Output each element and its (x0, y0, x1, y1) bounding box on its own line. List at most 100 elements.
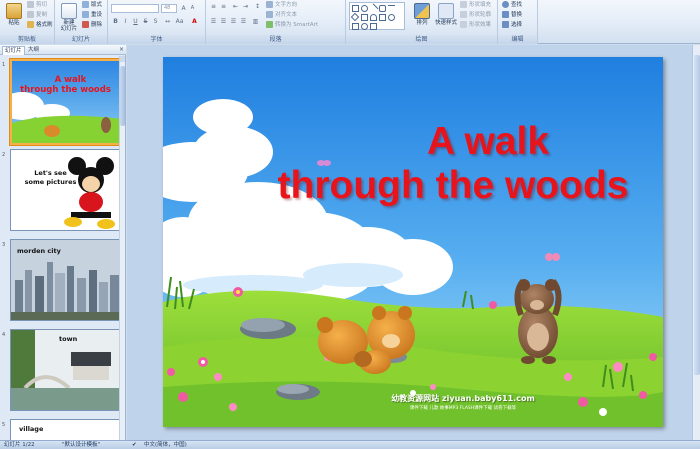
close-pane-icon[interactable]: × (119, 46, 124, 54)
shape-fill-button[interactable]: 形状填充 (460, 1, 491, 10)
shape-outline-button[interactable]: 形状轮廓 (460, 11, 491, 20)
paste-button[interactable]: 粘贴 (2, 2, 26, 34)
text-direction-icon (266, 1, 273, 8)
new-slide-button[interactable]: 新建 幻灯片 (57, 2, 81, 34)
font-name-combo[interactable] (111, 4, 159, 13)
slide-number: 4 (2, 332, 6, 338)
callout-shape-icon[interactable] (379, 14, 386, 21)
rounded-rect-shape-icon[interactable] (379, 5, 386, 12)
textbox-shape-icon[interactable] (361, 14, 368, 21)
format-painter-button[interactable]: 格式刷 (27, 21, 53, 30)
powerpoint-window: 粘贴 剪切 复制 格式刷 剪贴板 新建 幻灯片 版式 重设 删除 幻灯片 48 … (0, 0, 700, 449)
font-color-button[interactable]: A (190, 17, 199, 26)
delete-slide-button[interactable]: 删除 (82, 21, 102, 30)
copy-button[interactable]: 复制 (27, 11, 47, 20)
slide-number: 5 (2, 422, 6, 428)
align-center-button[interactable]: ☰ (219, 17, 228, 26)
quick-styles-icon (438, 3, 454, 19)
layout-button[interactable]: 版式 (82, 1, 102, 10)
columns-button[interactable]: ▥ (251, 17, 260, 26)
ribbon: 粘贴 剪切 复制 格式刷 剪贴板 新建 幻灯片 版式 重设 删除 幻灯片 48 … (0, 0, 700, 44)
smartart-button[interactable]: 转换为 SmartArt (266, 21, 318, 30)
shadow-button[interactable]: S (151, 17, 160, 26)
slide-number: 1 (2, 62, 6, 68)
find-button[interactable]: 查找 (502, 1, 522, 10)
slide-thumbnail-1[interactable]: A walk through the woods (10, 59, 121, 145)
replace-button[interactable]: 替换 (502, 11, 522, 20)
paragraph-group: ≡ ≡ ⇤ ⇥ ↕ ☰ ☰ ☰ ☰ ▥ 文字方向 对齐文本 转换为 SmartA… (206, 0, 346, 44)
slide-thumbnail-2[interactable]: Let's see some pictures (10, 149, 121, 231)
decrease-indent-button[interactable]: ⇤ (231, 2, 240, 11)
shapes-gallery[interactable] (349, 2, 405, 30)
text-direction-button[interactable]: 文字方向 (266, 1, 297, 10)
thumb1-title-line2: through the woods (20, 85, 111, 95)
italic-button[interactable]: I (121, 17, 130, 26)
slide-background-illustration (163, 57, 663, 427)
arrange-button[interactable]: 排列 (410, 2, 434, 34)
mickey-mouse-image (64, 157, 118, 229)
quick-styles-button[interactable]: 快速样式 (434, 2, 458, 34)
editor-vertical-scrollbar[interactable] (692, 45, 700, 440)
arrow-shape-icon[interactable] (388, 5, 395, 12)
font-size-combo[interactable]: 48 (161, 4, 177, 13)
status-bar: 幻灯片 1/22 "默认设计模板" ✔ 中文(简体，中国) (0, 440, 700, 449)
thumb1-title-line1: A walk (54, 75, 87, 85)
replace-icon (502, 11, 509, 18)
grow-font-button[interactable]: A (179, 4, 188, 13)
align-left-button[interactable]: ☰ (209, 17, 218, 26)
rectangle-shape-icon[interactable] (352, 5, 359, 12)
editor-scrollbar-thumb[interactable] (694, 55, 700, 375)
line-shape-icon[interactable] (368, 3, 379, 14)
thumbnail-scrollbar-thumb[interactable] (120, 66, 125, 126)
tab-slides[interactable]: 幻灯片 (2, 46, 25, 55)
scissors-icon (27, 1, 34, 8)
increase-indent-button[interactable]: ⇥ (241, 2, 250, 11)
numbering-button[interactable]: ≡ (219, 2, 228, 11)
shape-effects-button[interactable]: 形状效果 (460, 21, 491, 30)
cut-button[interactable]: 剪切 (27, 1, 47, 10)
reset-button[interactable]: 重设 (82, 11, 102, 20)
thumb3-text: morden city (17, 247, 61, 255)
strikethrough-button[interactable]: S (141, 17, 150, 26)
spellcheck-icon[interactable]: ✔ (132, 441, 137, 449)
line-spacing-button[interactable]: ↕ (253, 2, 262, 11)
clipboard-group-label: 剪贴板 (0, 35, 54, 44)
slide-thumbnail-5[interactable]: village (10, 419, 121, 441)
tab-outline[interactable]: 大纲 (26, 46, 41, 55)
language-status[interactable]: 中文(简体，中国) (144, 441, 187, 449)
star-shape-icon[interactable] (370, 23, 377, 30)
pane-tabs: 幻灯片 大纲 × (0, 45, 126, 55)
arc-shape-icon[interactable] (370, 14, 377, 21)
shrink-font-button[interactable]: A (188, 4, 197, 13)
pen-icon (460, 11, 467, 18)
diamond-shape-icon[interactable] (350, 12, 360, 22)
current-slide[interactable]: A walk through the woods 幼教资源网站 ziyuan.b… (163, 57, 663, 427)
char-spacing-button[interactable]: ↔ (163, 17, 172, 26)
slide-title-line2[interactable]: through the woods (163, 164, 663, 207)
select-button[interactable]: 选择 (502, 21, 522, 30)
align-text-button[interactable]: 对齐文本 (266, 11, 297, 20)
drawing-group: 排列 快速样式 形状填充 形状轮廓 形状效果 绘图 (346, 0, 498, 44)
slide-thumbnail-4[interactable]: town (10, 329, 121, 411)
slide-title-line1[interactable]: A walk (163, 120, 663, 163)
bracket-shape-icon[interactable] (352, 23, 359, 30)
thumbnail-scrollbar[interactable] (119, 56, 125, 440)
smiley-shape-icon[interactable] (388, 14, 395, 21)
oval-shape-icon[interactable] (361, 5, 368, 12)
bold-button[interactable]: B (111, 17, 120, 26)
watermark-subtext: 课件下载 儿歌 故事MP3 FLASH课件下载 试卷下载等 (409, 406, 517, 411)
slide-thumbnail-3[interactable]: morden city (10, 239, 121, 321)
scroll-up-icon[interactable] (120, 56, 125, 62)
layout-icon (82, 1, 89, 8)
justify-button[interactable]: ☰ (239, 17, 248, 26)
watermark-text: 幼教资源网站 ziyuan.baby611.com (391, 394, 535, 403)
slides-group-label: 幻灯片 (55, 35, 107, 44)
align-text-icon (266, 11, 273, 18)
bullets-button[interactable]: ≡ (209, 2, 218, 11)
theme-status[interactable]: "默认设计模板" (62, 441, 100, 449)
align-right-button[interactable]: ☰ (229, 17, 238, 26)
underline-button[interactable]: U (131, 17, 140, 26)
change-case-button[interactable]: Aa (175, 17, 184, 26)
circle-arrow-shape-icon[interactable] (361, 23, 368, 30)
thumb5-text: village (19, 425, 44, 433)
